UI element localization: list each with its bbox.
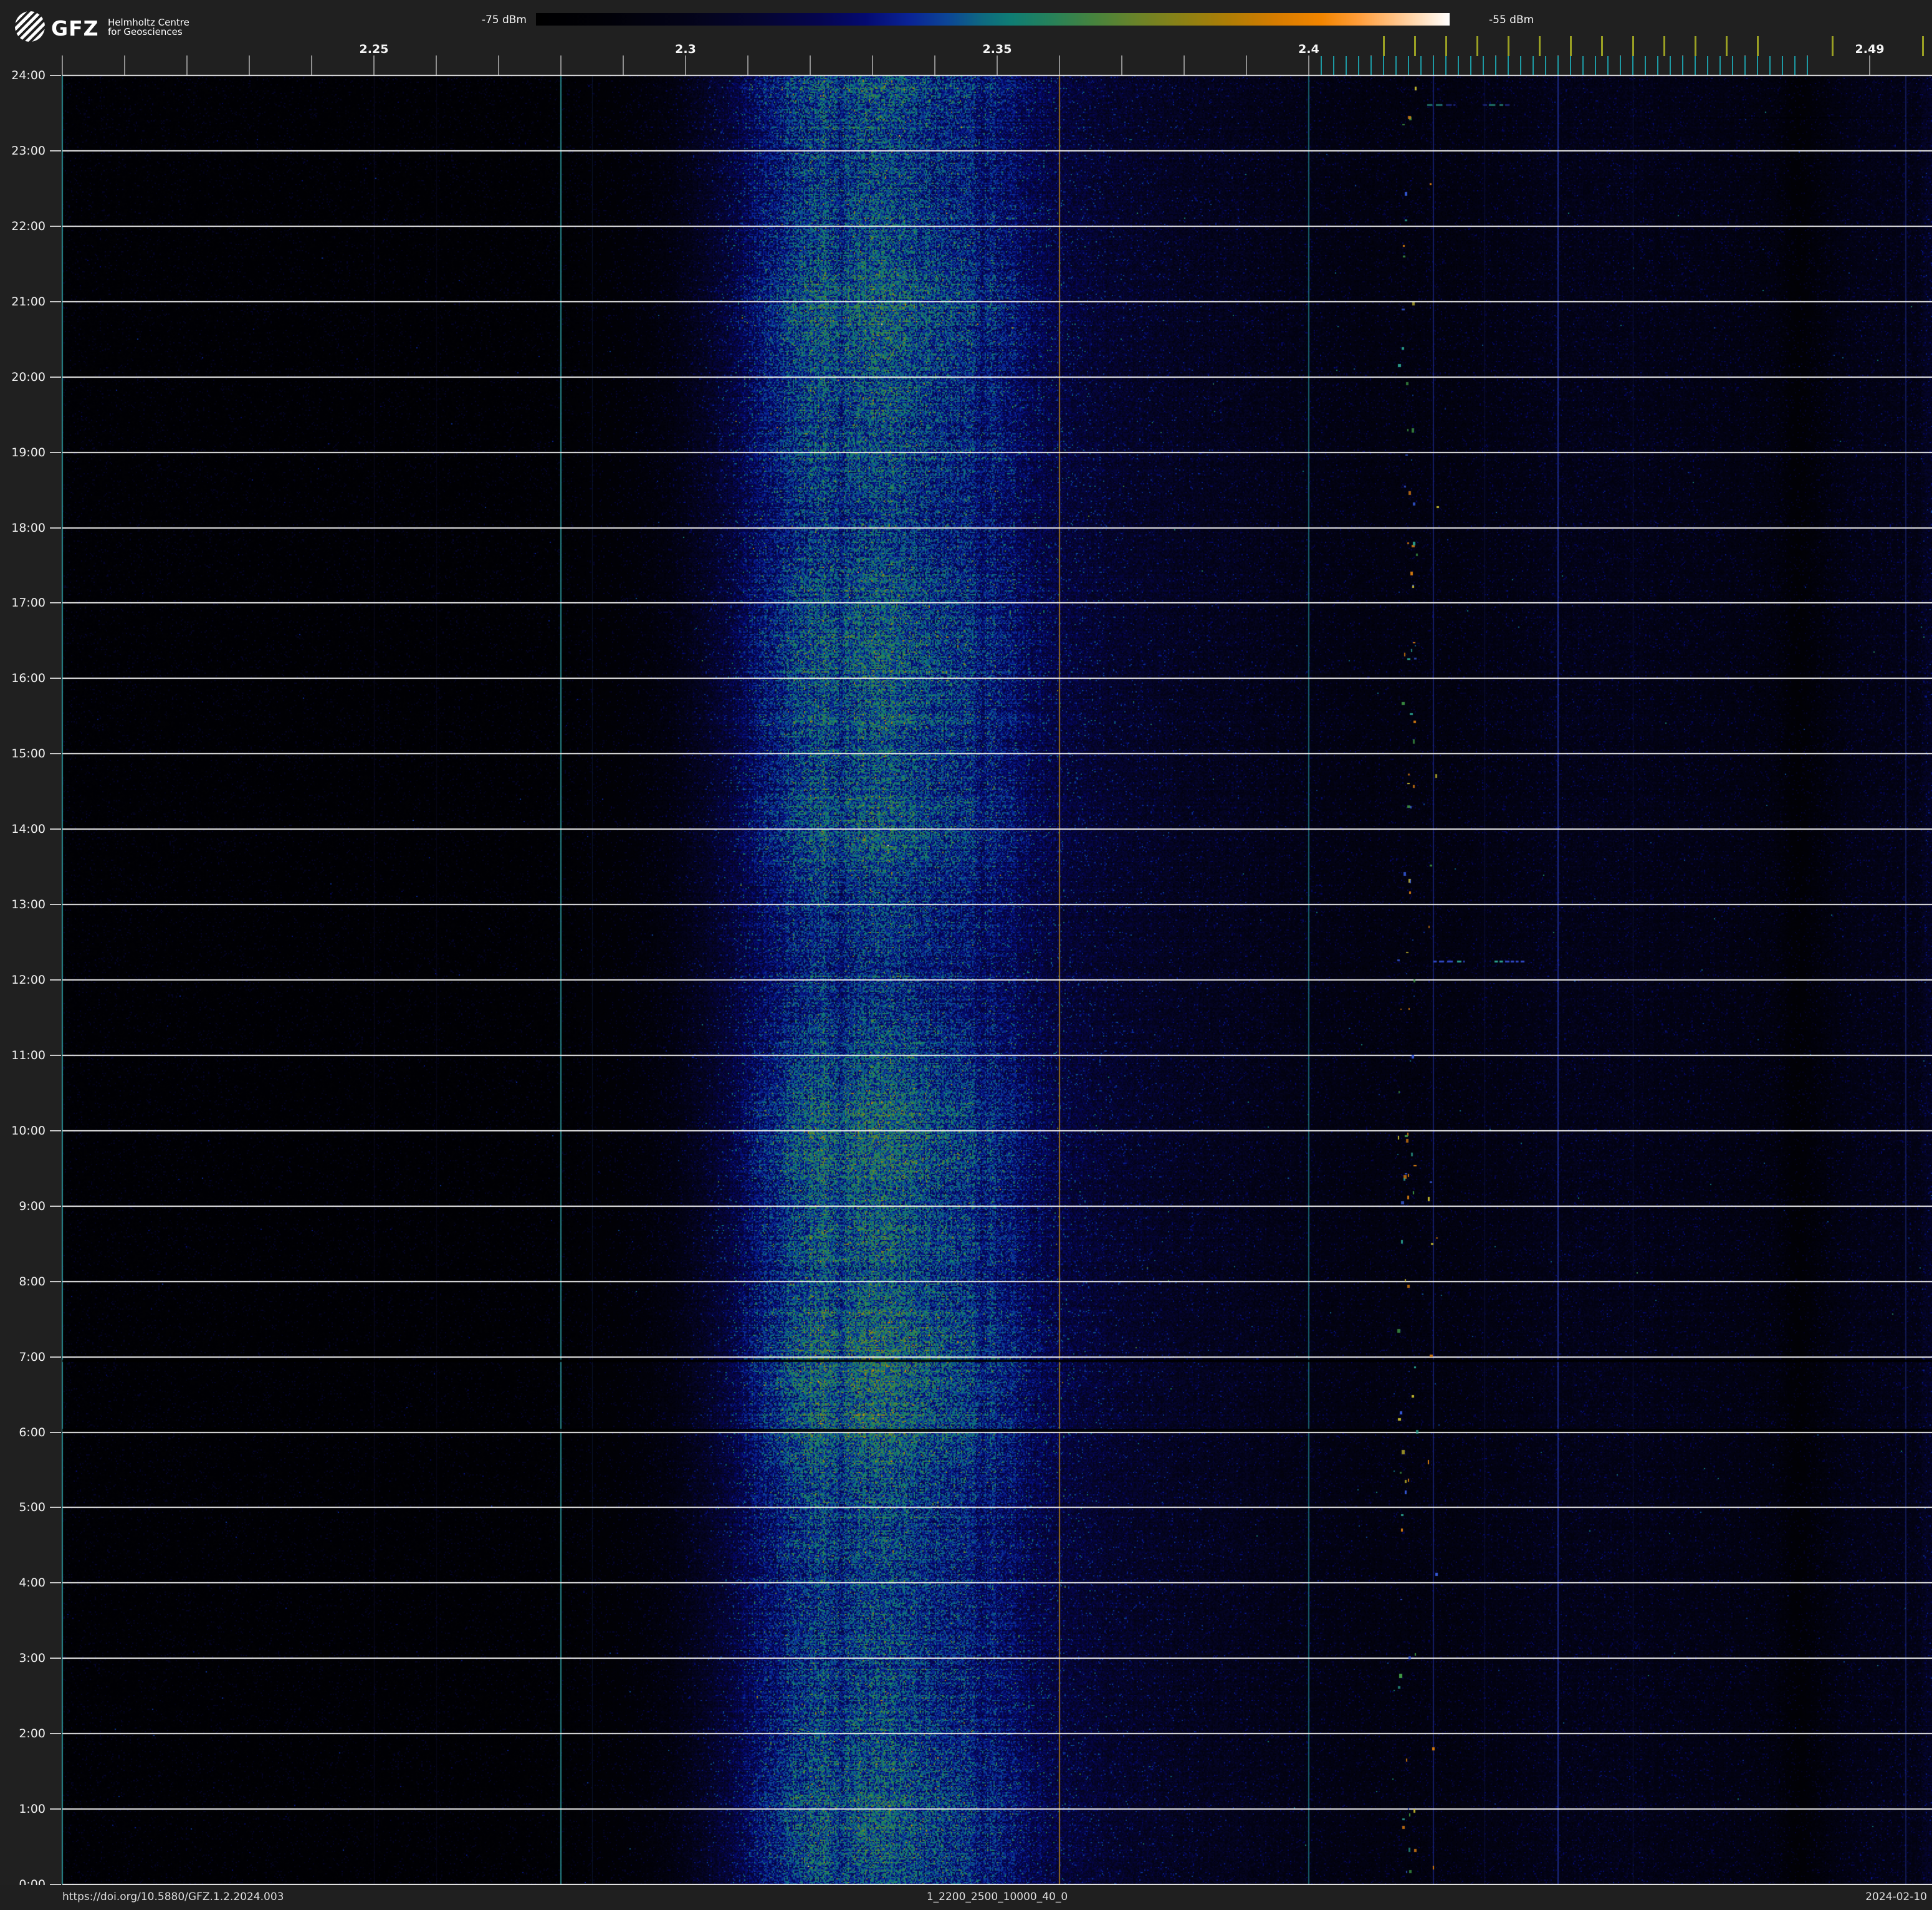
footer-doi: https://doi.org/10.5880/GFZ.1.2.2024.003 [62,1891,284,1903]
footer-date: 2024-02-10 [1865,1891,1927,1903]
footer-dataset-id: 1_2200_2500_10000_40_0 [926,1891,1068,1903]
page-root: GFZ Helmholtz Centre for Geosciences -75… [0,0,1932,1910]
spectrogram-canvas [0,0,1932,1910]
